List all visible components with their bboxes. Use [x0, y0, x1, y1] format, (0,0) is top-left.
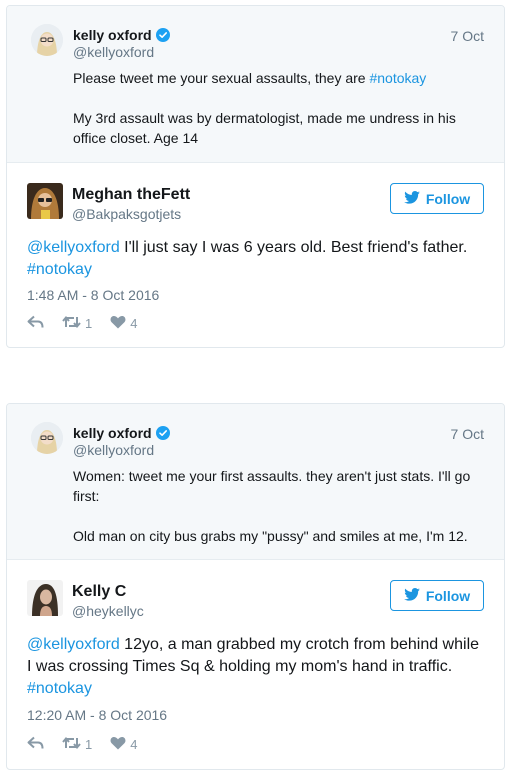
author-handle[interactable]: @Bakpaksgotjets — [72, 206, 181, 222]
mention-link[interactable]: @kellyoxford — [27, 636, 120, 653]
verified-badge-icon — [155, 426, 170, 443]
retweet-count: 1 — [85, 736, 93, 752]
text-segment: I'll just say I was 6 years old. Best fr… — [119, 239, 468, 256]
follow-button[interactable]: Follow — [390, 183, 484, 214]
retweet-button[interactable]: 1 — [62, 315, 92, 332]
twitter-bird-icon — [404, 190, 420, 207]
tweet-card: kelly oxford @kellyoxford 7 Oct Please t… — [6, 5, 505, 348]
tweet-date[interactable]: 7 Oct — [451, 426, 484, 442]
author-handle[interactable]: @kellyoxford — [73, 44, 154, 60]
quoted-tweet[interactable]: kelly oxford @kellyoxford 7 Oct Please t… — [7, 6, 504, 163]
tweet-date[interactable]: 7 Oct — [451, 28, 484, 44]
tweet-text: @kellyoxford 12yo, a man grabbed my crot… — [27, 634, 487, 700]
avatar[interactable] — [31, 24, 63, 56]
like-button[interactable]: 4 — [110, 736, 137, 753]
text-paragraph: My 3rd assault was by dermatologist, mad… — [73, 110, 456, 146]
text-segment: Please tweet me your sexual assaults, th… — [73, 70, 370, 86]
hashtag-link[interactable]: #notokay — [369, 70, 426, 86]
retweet-icon — [62, 315, 81, 332]
retweet-button[interactable]: 1 — [62, 736, 92, 753]
tweet-text: Women: tweet me your first assaults. the… — [73, 466, 473, 566]
hashtag-link[interactable]: #notokay — [27, 680, 92, 697]
tweet-actions: 1 4 — [27, 735, 137, 753]
tweet-actions: 1 4 — [27, 314, 137, 332]
reply-button[interactable] — [27, 736, 44, 753]
like-count: 4 — [130, 315, 138, 331]
heart-icon — [110, 315, 126, 332]
tweet-text: Please tweet me your sexual assaults, th… — [73, 68, 473, 168]
reply-icon — [27, 736, 44, 753]
reply-icon — [27, 315, 44, 332]
text-paragraph: Old man on city bus grabs my "pussy" and… — [73, 528, 468, 544]
author-handle[interactable]: @kellyoxford — [73, 442, 154, 458]
hashtag-link[interactable]: #notokay — [27, 261, 92, 278]
tweet-text: @kellyoxford I'll just say I was 6 years… — [27, 237, 487, 281]
tweet-timestamp[interactable]: 12:20 AM - 8 Oct 2016 — [27, 707, 167, 723]
like-count: 4 — [130, 736, 138, 752]
verified-badge-icon — [155, 28, 170, 45]
retweet-icon — [62, 736, 81, 753]
author-name[interactable]: Kelly C — [72, 583, 126, 601]
retweet-count: 1 — [85, 315, 93, 331]
heart-icon — [110, 736, 126, 753]
reply-button[interactable] — [27, 315, 44, 332]
avatar[interactable] — [27, 183, 63, 219]
follow-label: Follow — [425, 190, 471, 207]
like-button[interactable]: 4 — [110, 315, 137, 332]
author-name[interactable]: kelly oxford — [73, 425, 170, 443]
tweet-card: kelly oxford @kellyoxford 7 Oct Women: t… — [6, 403, 505, 770]
twitter-bird-icon — [404, 587, 420, 604]
avatar[interactable] — [27, 580, 63, 616]
avatar[interactable] — [31, 422, 63, 454]
tweet-timestamp[interactable]: 1:48 AM - 8 Oct 2016 — [27, 287, 159, 303]
author-handle[interactable]: @heykellyc — [72, 603, 144, 619]
follow-button[interactable]: Follow — [390, 580, 484, 611]
author-name[interactable]: kelly oxford — [73, 27, 170, 45]
follow-label: Follow — [425, 587, 471, 604]
author-name[interactable]: Meghan theFett — [72, 186, 190, 204]
quoted-tweet[interactable]: kelly oxford @kellyoxford 7 Oct Women: t… — [7, 404, 504, 560]
mention-link[interactable]: @kellyoxford — [27, 239, 120, 256]
text-paragraph: Women: tweet me your first assaults. the… — [73, 468, 471, 504]
